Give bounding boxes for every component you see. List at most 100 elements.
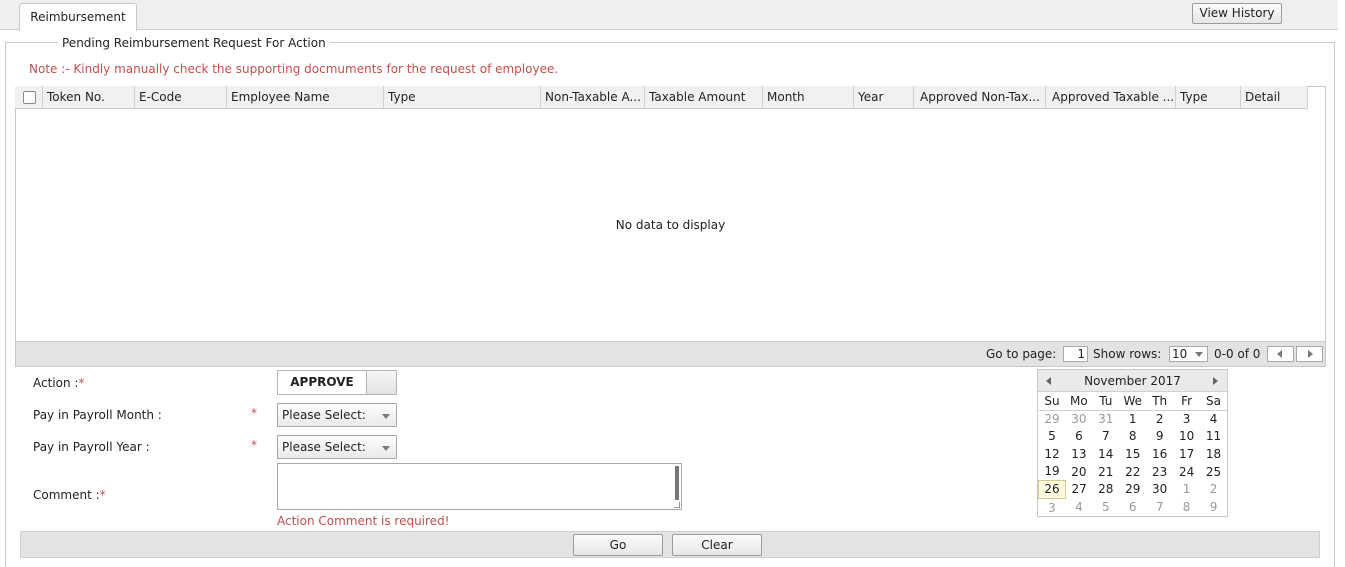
tab-reimbursement[interactable]: Reimbursement [19,3,137,31]
go-button[interactable]: Go [573,534,663,556]
action-label: Action :* [33,376,84,390]
calendar-day[interactable]: 13 [1065,446,1092,464]
comment-label: Comment :* [33,488,106,502]
calendar-day[interactable]: 14 [1092,446,1119,464]
required-marker: * [99,488,106,502]
calendar-week: 3 4 5 6 7 8 9 [1039,499,1228,517]
calendar-day[interactable]: 9 [1146,428,1173,446]
arrow-left-icon [1277,350,1282,358]
calendar-day-today[interactable]: 26 [1038,480,1066,500]
calendar-day[interactable]: 1 [1173,481,1200,499]
calendar-day[interactable]: 3 [1039,499,1066,517]
col-detail[interactable]: Detail [1241,86,1308,109]
calendar-month-title[interactable]: November 2017 [1084,374,1181,388]
scrollbar[interactable] [675,466,679,500]
action-toggle-value: APPROVE [290,375,354,389]
calendar-day[interactable]: 8 [1173,499,1200,517]
col-type-2[interactable]: Type [1176,86,1241,109]
required-marker: * [78,376,85,390]
dow-cell: Th [1146,393,1174,412]
clear-button[interactable]: Clear [672,534,762,556]
payroll-year-select[interactable]: Please Select: [277,435,397,459]
calendar-day[interactable]: 30 [1065,411,1092,429]
calendar-day[interactable]: 28 [1092,481,1119,499]
page-range: 0-0 of 0 [1214,347,1261,361]
calendar-day[interactable]: 7 [1146,499,1173,517]
calendar-day[interactable]: 23 [1146,463,1173,481]
col-approved-taxable[interactable]: Approved Taxable ... [1046,86,1176,109]
calendar-day[interactable]: 30 [1146,481,1173,499]
calendar-day[interactable]: 7 [1092,428,1119,446]
action-toggle[interactable]: APPROVE [277,370,397,395]
calendar-day[interactable]: 15 [1119,446,1146,464]
col-taxable-amount[interactable]: Taxable Amount [645,86,763,109]
next-month-icon[interactable] [1213,377,1218,385]
show-rows-select[interactable]: 10 [1169,346,1208,362]
calendar-day[interactable]: 24 [1173,463,1200,481]
calendar-day[interactable]: 2 [1200,481,1227,499]
calendar-day[interactable]: 22 [1119,463,1146,481]
col-employee-name[interactable]: Employee Name [227,86,384,109]
calendar-day[interactable]: 4 [1065,499,1092,517]
calendar-day[interactable]: 9 [1200,499,1227,517]
calendar-day[interactable]: 18 [1200,446,1227,464]
calendar-week: 5 6 7 8 9 10 11 [1039,428,1228,446]
payroll-year-required: * [251,438,257,452]
calendar-day[interactable]: 21 [1092,463,1119,481]
calendar-day[interactable]: 27 [1065,481,1092,499]
supporting-docs-note: Note :- Kindly manually check the suppor… [29,62,559,76]
dow-cell: Sa [1200,393,1227,412]
calendar-day[interactable]: 20 [1065,463,1092,481]
calendar-day[interactable]: 29 [1039,411,1066,429]
calendar-day[interactable]: 6 [1119,499,1146,517]
calendar-day[interactable]: 5 [1092,499,1119,517]
next-page-button[interactable] [1296,346,1323,362]
calendar-day[interactable]: 25 [1200,463,1227,481]
calendar-day[interactable]: 4 [1200,411,1227,429]
calendar-day[interactable]: 19 [1039,463,1066,481]
calendar-week: 12 13 14 15 16 17 18 [1039,446,1228,464]
calendar-day[interactable]: 1 [1119,411,1146,429]
comment-textarea[interactable] [277,463,682,510]
calendar-day[interactable]: 2 [1146,411,1173,429]
calendar-day[interactable]: 31 [1092,411,1119,429]
col-type[interactable]: Type [384,86,541,109]
calendar-week: 19 20 21 22 23 24 25 [1039,463,1228,481]
select-all-cell [15,86,43,109]
calendar-day[interactable]: 11 [1200,428,1227,446]
resize-handle-icon[interactable] [674,502,680,508]
calendar-day[interactable]: 10 [1173,428,1200,446]
calendar-day[interactable]: 12 [1039,446,1066,464]
col-approved-non-taxable[interactable]: Approved Non-Tax... [914,86,1046,109]
select-all-checkbox[interactable] [23,91,36,104]
dow-cell: Tu [1092,393,1120,412]
col-non-taxable-amount[interactable]: Non-Taxable A... [541,86,645,109]
prev-month-icon[interactable] [1046,377,1051,385]
action-bar [20,531,1320,558]
view-history-button[interactable]: View History [1192,3,1282,24]
col-e-code[interactable]: E-Code [135,86,227,109]
goto-page-input[interactable]: 1 [1063,346,1088,362]
comment-error-message: Action Comment is required! [277,514,450,528]
payroll-month-select[interactable]: Please Select: [277,403,397,427]
calendar-day[interactable]: 16 [1146,446,1173,464]
col-year[interactable]: Year [854,86,914,109]
calendar-day[interactable]: 17 [1173,446,1200,464]
calendar-grid: Su Mo Tu We Th Fr Sa 29 30 31 1 2 3 4 5 … [1038,393,1227,517]
calendar-day[interactable]: 29 [1119,481,1146,499]
calendar-day[interactable]: 8 [1119,428,1146,446]
col-token-no[interactable]: Token No. [43,86,135,109]
chevron-down-icon [1195,352,1203,357]
prev-page-button[interactable] [1267,346,1294,362]
calendar-day[interactable]: 5 [1039,428,1066,446]
date-picker: November 2017 Su Mo Tu We Th Fr Sa 29 30… [1037,369,1228,517]
tab-strip [0,0,1338,30]
calendar-day[interactable]: 6 [1065,428,1092,446]
goto-page-label: Go to page: [986,347,1057,361]
action-label-text: Action : [33,376,79,390]
toggle-knob[interactable] [366,371,396,394]
calendar-day[interactable]: 3 [1173,411,1200,429]
col-month[interactable]: Month [763,86,854,109]
grid-header: Token No. E-Code Employee Name Type Non-… [15,86,1308,109]
comment-label-text: Comment : [33,488,100,502]
